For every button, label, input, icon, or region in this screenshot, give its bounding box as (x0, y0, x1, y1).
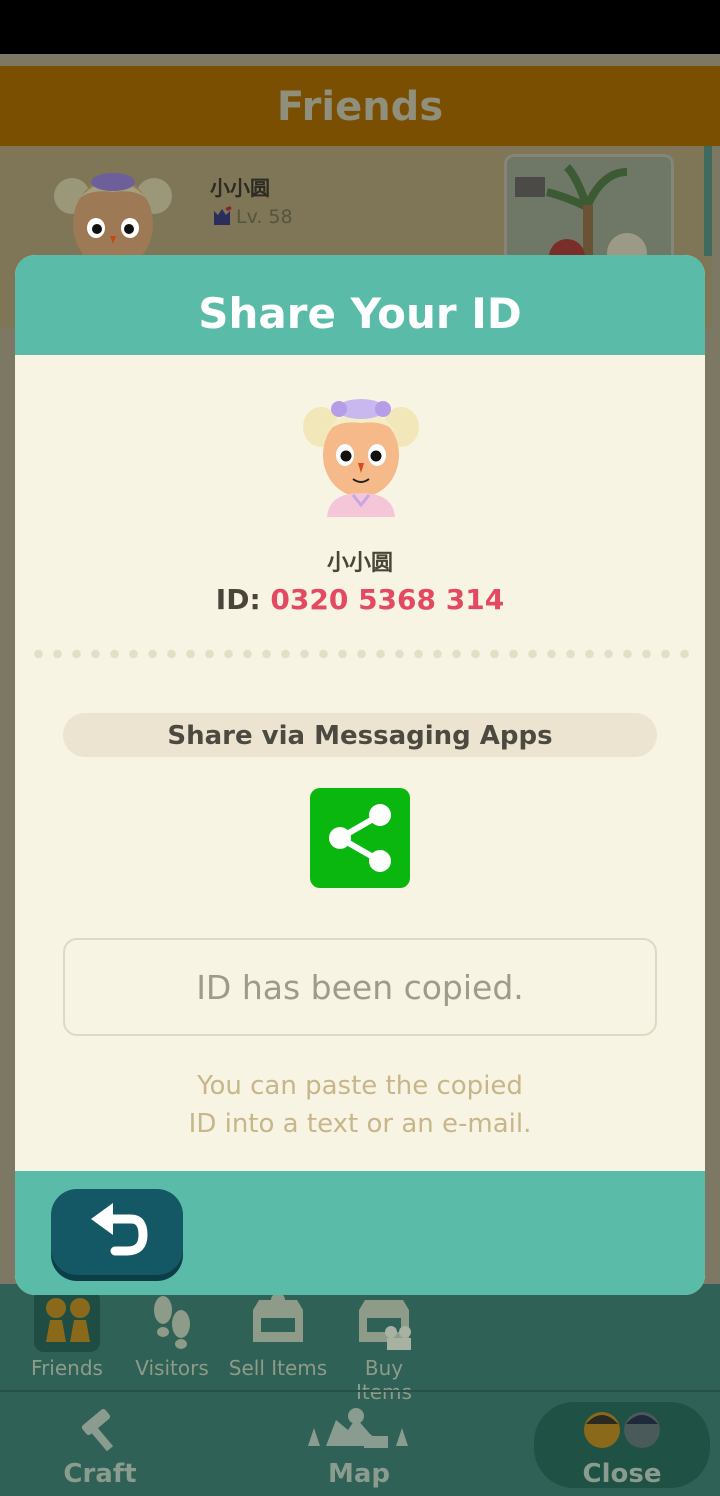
craft-hammer-icon (81, 1408, 114, 1452)
buy-box-icon (359, 1300, 411, 1350)
friends-header: Friends (0, 66, 720, 146)
player-id-value: 0320 5368 314 (270, 583, 505, 616)
bottom-nav-row1: Friends Visitors Sell Items Buy Items (0, 1290, 720, 1404)
nav-sell-items-label: Sell Items (228, 1356, 328, 1380)
dotted-divider (29, 649, 693, 659)
share-section-label: Share via Messaging Apps (167, 721, 553, 751)
friend-level: Lv. 58 (212, 205, 293, 228)
sell-box-icon (253, 1293, 303, 1342)
dialog-header: Share Your ID (15, 255, 705, 355)
paste-hint-line1: You can paste the copied (197, 1071, 523, 1101)
header-title: Friends (276, 84, 444, 130)
bottom-nav-row2: Craft Map Close (0, 1396, 720, 1496)
nav-visitors[interactable]: Visitors (122, 1290, 222, 1380)
friend-campsite-photo[interactable] (504, 154, 674, 270)
nav-visitors-label: Visitors (135, 1356, 209, 1380)
nav-map[interactable]: Map (296, 1406, 422, 1489)
player-name: 小小圆 (326, 551, 393, 576)
friends-icon (34, 1290, 100, 1352)
cat-heart-icon (214, 206, 232, 225)
paste-hint-line2: ID into a text or an e-mail. (188, 1109, 532, 1139)
player-id-line: ID: 0320 5368 314 (15, 583, 705, 616)
dialog-footer (15, 1171, 705, 1295)
back-arrow-icon (91, 1203, 148, 1256)
nav-friends-label: Friends (31, 1356, 103, 1380)
share-button[interactable] (310, 788, 410, 888)
scrollbar[interactable] (704, 146, 712, 256)
nav-buy-items[interactable]: Buy Items (334, 1290, 434, 1404)
map-icon (308, 1408, 408, 1448)
copied-message-box: ID has been copied. (63, 938, 657, 1036)
nav-map-label: Map (327, 1459, 391, 1489)
share-section-label-pill: Share via Messaging Apps (63, 713, 657, 757)
back-button[interactable] (51, 1189, 183, 1275)
dialog-title: Share Your ID (198, 289, 522, 338)
nav-close[interactable]: Close (560, 1406, 684, 1489)
footprints-icon (154, 1296, 190, 1349)
close-characters-icon (584, 1412, 660, 1448)
nav-craft-label: Craft (63, 1459, 137, 1489)
nav-close-label: Close (582, 1459, 662, 1489)
status-bar (0, 0, 720, 54)
copied-message: ID has been copied. (196, 968, 524, 1007)
player-avatar (303, 399, 419, 517)
nav-friends[interactable]: Friends (17, 1290, 117, 1380)
paste-hint: You can paste the copied ID into a text … (15, 1067, 705, 1143)
share-id-dialog: Share Your ID 小小圆 ID: 0320 5368 314 Shar… (15, 255, 705, 1295)
campsite-photo-image (507, 157, 671, 267)
friend-name: 小小圆 (210, 176, 270, 200)
nav-craft[interactable]: Craft (55, 1406, 145, 1489)
nav-sell-items[interactable]: Sell Items (228, 1290, 328, 1380)
player-id-label: ID: (215, 583, 261, 616)
share-icon (329, 804, 391, 872)
nav-divider (0, 1390, 720, 1392)
friend-level-text: Lv. 58 (236, 206, 293, 228)
